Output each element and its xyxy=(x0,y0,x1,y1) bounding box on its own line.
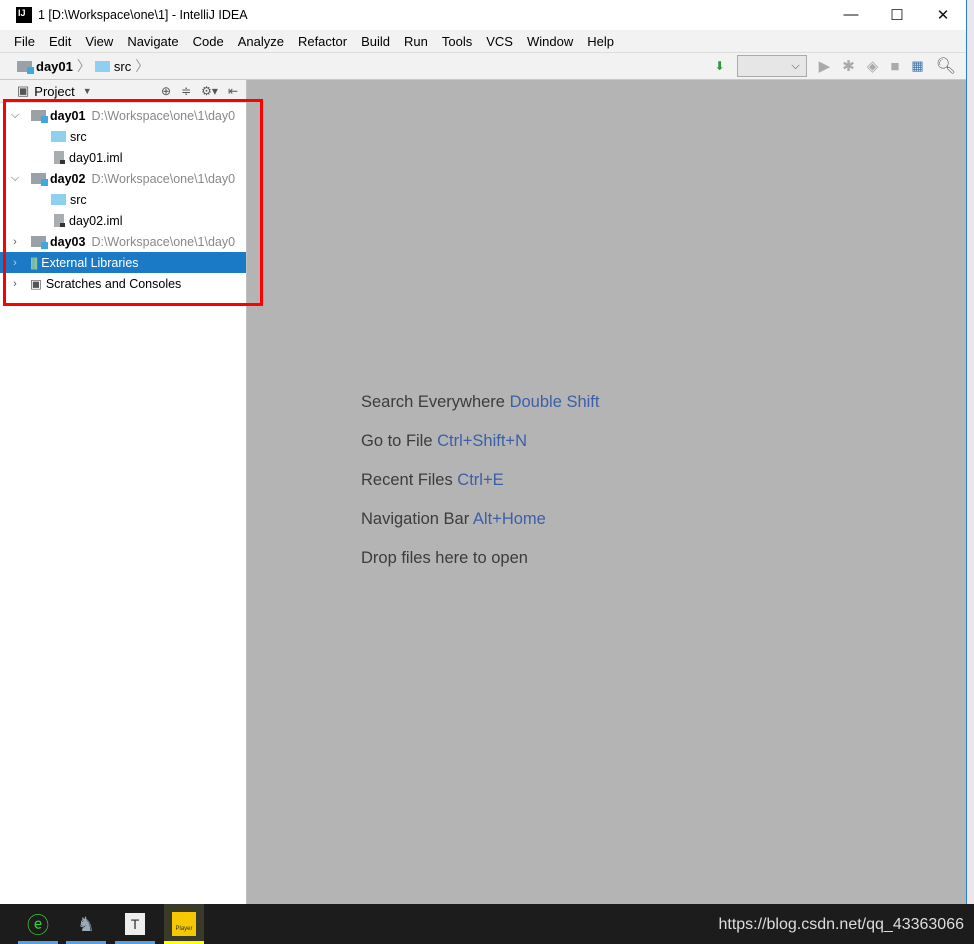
chevron-right-icon: 〉 xyxy=(76,58,91,74)
hint-text: Navigation Bar xyxy=(361,510,470,528)
folder-icon xyxy=(94,60,110,72)
editor-hint: Recent Files Ctrl+E xyxy=(361,471,504,490)
coverage-icon[interactable]: ◈ xyxy=(867,57,879,75)
collapse-all-icon[interactable]: ≑ xyxy=(181,84,191,98)
menu-code[interactable]: Code xyxy=(186,34,231,49)
locate-icon[interactable]: ⊕ xyxy=(161,84,171,98)
window-title: 1 [D:\Workspace\one\1] - IntelliJ IDEA xyxy=(38,8,248,22)
menu-tools[interactable]: Tools xyxy=(435,34,479,49)
hint-text: Recent Files xyxy=(361,471,453,489)
hint-shortcut: Ctrl+Shift+N xyxy=(437,432,527,450)
search-icon[interactable]: 🔍︎ xyxy=(936,56,956,76)
project-view-icon: ▣ xyxy=(17,83,30,98)
text-editor-icon: T xyxy=(125,913,145,935)
hint-text: Drop files here to open xyxy=(361,549,528,567)
navigation-bar: day01 〉 src 〉 ⬇ ⌵ ▶ ✱ ◈ ■ ▦ 🔍︎ xyxy=(0,52,966,80)
hint-shortcut: Double Shift xyxy=(509,393,600,411)
taskbar-typora[interactable]: T xyxy=(115,904,155,944)
menu-build[interactable]: Build xyxy=(354,34,397,49)
project-view-selector[interactable]: Project xyxy=(34,84,74,99)
menu-navigate[interactable]: Navigate xyxy=(120,34,185,49)
gear-icon[interactable]: ⚙▾ xyxy=(201,84,218,98)
menu-file[interactable]: File xyxy=(7,34,42,49)
menu-view[interactable]: View xyxy=(78,34,120,49)
editor-hint: Search Everywhere Double Shift xyxy=(361,393,599,412)
project-structure-icon[interactable]: ▦ xyxy=(911,58,923,74)
editor-hint: Go to File Ctrl+Shift+N xyxy=(361,432,527,451)
menu-vcs[interactable]: VCS xyxy=(479,34,520,49)
editor-hint: Drop files here to open xyxy=(361,549,528,568)
watermark: https://blog.csdn.net/qq_43363066 xyxy=(718,916,964,933)
taskbar-browser[interactable]: ⓔ xyxy=(18,904,58,944)
module-icon xyxy=(17,60,34,74)
editor-empty-area[interactable]: Search Everywhere Double Shift Go to File… xyxy=(247,80,966,904)
hint-shortcut: Alt+Home xyxy=(472,510,546,528)
hint-text: Go to File xyxy=(361,432,433,450)
minimize-button[interactable]: — xyxy=(828,6,874,24)
title-bar: IJ 1 [D:\Workspace\one\1] - IntelliJ IDE… xyxy=(0,0,966,30)
menu-run[interactable]: Run xyxy=(397,34,435,49)
taskbar-player[interactable]: Player xyxy=(164,904,204,944)
menu-bar: File Edit View Navigate Code Analyze Refactor B… xyxy=(0,30,966,52)
menu-edit[interactable]: Edit xyxy=(42,34,78,49)
build-icon[interactable]: ⬇ xyxy=(715,59,725,73)
chevron-right-icon: 〉 xyxy=(135,58,150,74)
menu-window[interactable]: Window xyxy=(520,34,580,49)
breadcrumb-day01[interactable]: day01 xyxy=(36,59,73,74)
maximize-button[interactable]: ☐ xyxy=(874,6,920,24)
run-icon[interactable]: ▶ xyxy=(819,57,831,75)
menu-analyze[interactable]: Analyze xyxy=(231,34,291,49)
menu-help[interactable]: Help xyxy=(580,34,621,49)
intellij-logo-icon: IJ xyxy=(16,7,32,23)
hint-shortcut: Ctrl+E xyxy=(457,471,504,489)
player-icon: Player xyxy=(172,912,196,936)
debug-icon[interactable]: ✱ xyxy=(842,57,855,75)
highlight-box xyxy=(3,99,263,306)
taskbar-app[interactable]: ♞ xyxy=(66,904,106,944)
stop-icon[interactable]: ■ xyxy=(890,58,899,75)
chevron-down-icon[interactable]: ▼ xyxy=(83,86,92,96)
ie-icon: ⓔ xyxy=(26,913,49,938)
hint-text: Search Everywhere xyxy=(361,393,505,411)
hide-icon[interactable]: ⇤ xyxy=(228,84,238,98)
close-button[interactable]: ✕ xyxy=(920,6,966,24)
taskbar: ⓔ ♞ T Player https://blog.csdn.net/qq_43… xyxy=(0,904,974,944)
breadcrumb-src[interactable]: src xyxy=(114,59,131,74)
app-icon: ♞ xyxy=(77,913,95,936)
menu-refactor[interactable]: Refactor xyxy=(291,34,354,49)
run-configuration-select[interactable]: ⌵ xyxy=(736,55,807,77)
editor-hint: Navigation Bar Alt+Home xyxy=(361,510,546,529)
